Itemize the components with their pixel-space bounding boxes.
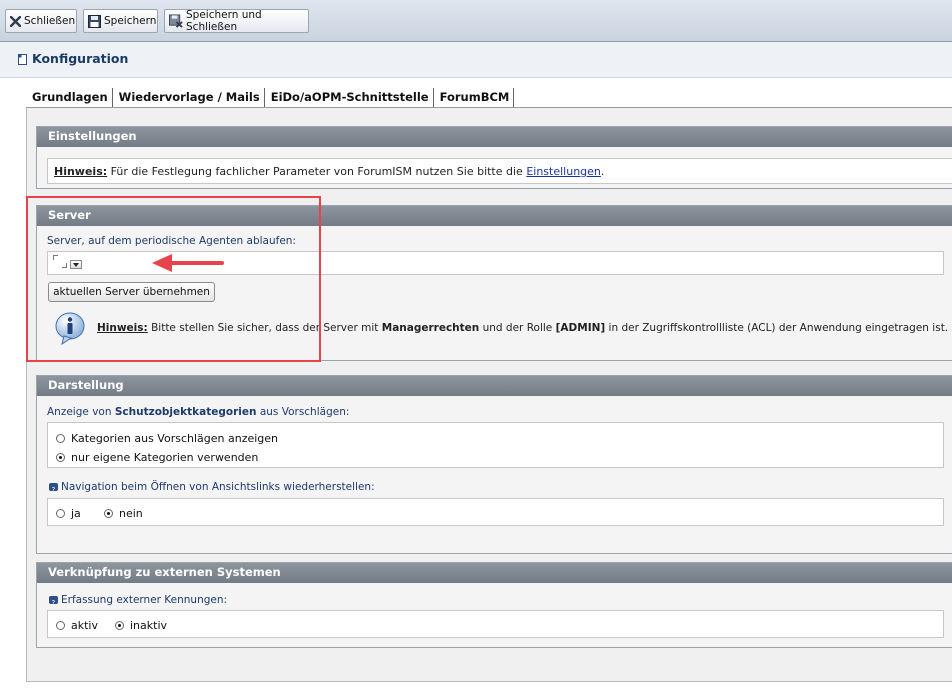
section-title: Server — [37, 206, 952, 226]
navigation-label: Navigation beim Öffnen von Ansichtslinks… — [61, 481, 375, 493]
close-button[interactable]: Schließen — [5, 9, 77, 33]
tab-grundlagen[interactable]: Grundlagen — [28, 88, 113, 108]
section-title: Darstellung — [37, 376, 952, 396]
server-field-label: Server, auf dem periodische Agenten abla… — [47, 235, 296, 247]
hint-label: Hinweis: — [97, 322, 148, 334]
categories-label: Anzeige von Schutzobjektkategorien aus V… — [47, 406, 349, 418]
save-and-close-button[interactable]: Speichern und Schließen — [164, 9, 309, 33]
label-suffix: aus Vorschlägen: — [259, 406, 350, 418]
einstellungen-hint: Hinweis: Für die Festlegung fachlicher P… — [54, 165, 604, 178]
section-title: Einstellungen — [37, 127, 952, 147]
take-current-server-button[interactable]: aktuellen Server übernehmen — [48, 282, 215, 302]
option-nav-no[interactable]: nein — [104, 507, 143, 520]
save-button-label: Speichern — [104, 15, 157, 27]
tab-bar: Grundlagen Wiedervorlage / Mails EiDo/aO… — [28, 88, 515, 108]
navigation-options-box: ja nein — [47, 498, 944, 526]
label-prefix: Anzeige von — [47, 406, 112, 418]
section-darstellung: Darstellung Anzeige von Schutzobjektkate… — [36, 375, 952, 554]
tab-eido-aopm-schnittstelle[interactable]: EiDo/aOPM-Schnittstelle — [265, 88, 434, 108]
server-hint: Hinweis: Bitte stellen Sie sicher, dass … — [97, 322, 948, 334]
field-end-marker-icon — [62, 263, 67, 268]
option-show-categories[interactable]: Kategorien aus Vorschlägen anzeigen — [56, 432, 278, 445]
hint-bold-managerrechten: Managerrechten — [381, 322, 480, 334]
dropdown-arrow-icon[interactable] — [70, 260, 82, 269]
radio-active[interactable] — [56, 621, 65, 630]
categories-options-box: Kategorien aus Vorschlägen anzeigen nur … — [47, 422, 944, 468]
einstellungen-link[interactable]: Einstellungen — [526, 165, 601, 178]
option-label: ja — [71, 507, 81, 520]
option-nav-yes[interactable]: ja — [56, 507, 81, 520]
help-icon[interactable]: ? — [49, 596, 58, 607]
hint-end: . — [600, 165, 605, 178]
section-title: Verknüpfung zu externen Systemen — [37, 563, 952, 583]
radio-nav-no[interactable] — [104, 509, 113, 518]
save-button[interactable]: Speichern — [83, 9, 158, 33]
section-server: Server Server, auf dem periodische Agent… — [36, 205, 952, 361]
floppy-disk-icon — [88, 14, 101, 28]
external-ids-options-box: aktiv inaktiv — [47, 610, 944, 638]
radio-own-categories[interactable] — [56, 453, 65, 462]
section-external-systems: Verknüpfung zu externen Systemen ? Erfas… — [36, 562, 952, 648]
field-start-marker-icon — [53, 255, 58, 260]
document-icon — [18, 54, 28, 68]
hint-text-part: und der Rolle — [482, 322, 553, 334]
option-label: nein — [119, 507, 143, 520]
save-and-close-button-label: Speichern und Schließen — [186, 9, 262, 33]
option-label: nur eigene Kategorien verwenden — [71, 451, 259, 464]
hint-label: Hinweis: — [54, 165, 108, 178]
option-own-categories[interactable]: nur eigene Kategorien verwenden — [56, 451, 258, 464]
radio-nav-yes[interactable] — [56, 509, 65, 518]
einstellungen-hint-box: Hinweis: Für die Festlegung fachlicher P… — [47, 158, 952, 184]
hint-bold-admin: [ADMIN] — [555, 322, 606, 334]
tab-wiedervorlage-mails[interactable]: Wiedervorlage / Mails — [113, 88, 265, 108]
save-close-icon — [169, 14, 183, 28]
radio-show-categories[interactable] — [56, 434, 65, 443]
section-einstellungen: Einstellungen Hinweis: Für die Festlegun… — [36, 126, 952, 189]
external-ids-label: Erfassung externer Kennungen: — [61, 594, 228, 606]
info-icon — [54, 312, 86, 349]
hint-text-part: in der Zugriffskontrollliste (ACL) der A… — [608, 322, 949, 334]
option-label: aktiv — [71, 619, 98, 632]
page-header: Konfiguration — [0, 42, 952, 78]
label-bold: Schutzobjektkategorien — [114, 406, 257, 418]
close-icon — [10, 14, 21, 28]
option-inactive[interactable]: inaktiv — [115, 619, 167, 632]
hint-text: Für die Festlegung fachlicher Parameter … — [110, 165, 523, 178]
option-label: inaktiv — [130, 619, 168, 632]
option-active[interactable]: aktiv — [56, 619, 98, 632]
toolbar: Schließen Speichern Speichern und Schlie… — [0, 0, 952, 42]
close-button-label: Schließen — [24, 15, 76, 27]
svg-text:?: ? — [52, 599, 56, 606]
radio-inactive[interactable] — [115, 621, 124, 630]
page-title: Konfiguration — [32, 51, 129, 66]
tab-forumbcm[interactable]: ForumBCM — [434, 88, 515, 108]
help-icon[interactable]: ? — [49, 483, 58, 494]
svg-text:?: ? — [52, 486, 56, 493]
hint-text-part: Bitte stellen Sie sicher, dass der Serve… — [151, 322, 379, 334]
annotation-arrow-icon — [152, 254, 224, 272]
option-label: Kategorien aus Vorschlägen anzeigen — [71, 432, 279, 445]
